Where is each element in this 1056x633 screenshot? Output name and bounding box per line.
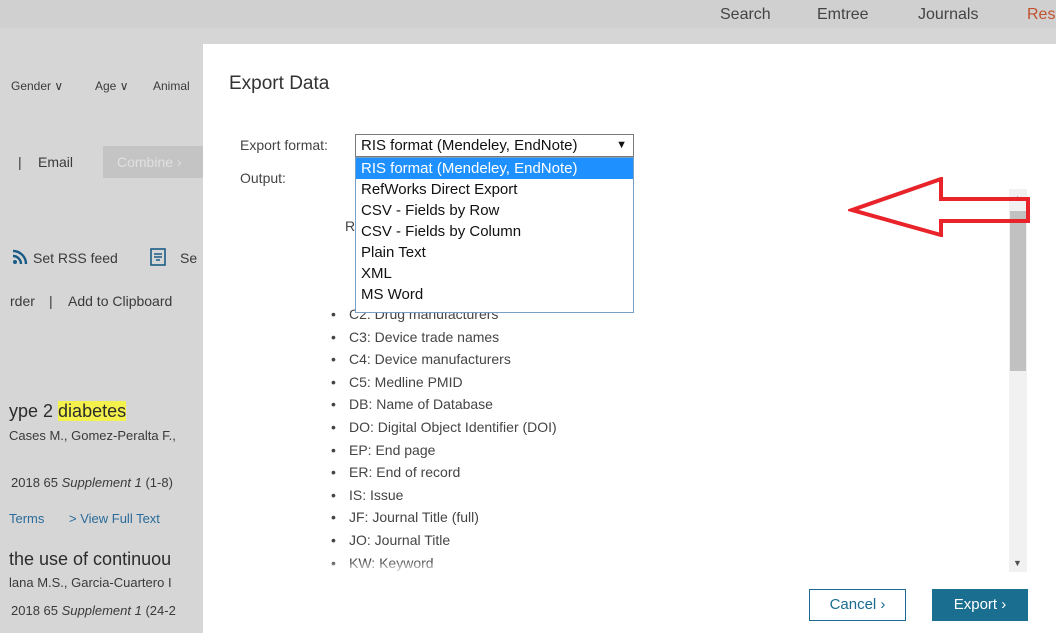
red-arrow-annotation-icon: [848, 177, 1030, 237]
format-option-refworks[interactable]: RefWorks Direct Export: [356, 179, 633, 200]
export-format-select[interactable]: RIS format (Mendeley, EndNote) ▼: [355, 134, 634, 157]
result-title[interactable]: the use of continuou: [9, 549, 171, 570]
dialog-title: Export Data: [229, 73, 330, 94]
list-item: C4: Device manufacturers: [331, 351, 557, 374]
terms-link[interactable]: Terms: [9, 511, 44, 526]
nav-journals[interactable]: Journals: [918, 6, 978, 24]
export-format-label: Export format:: [240, 137, 328, 153]
format-option-xml[interactable]: XML: [356, 263, 633, 284]
format-option-csv-column[interactable]: CSV - Fields by Column: [356, 221, 633, 242]
combine-button[interactable]: Combine ›: [103, 146, 203, 178]
nav-results[interactable]: Res: [1027, 6, 1055, 24]
top-navigation: Search Emtree Journals Res: [0, 0, 1056, 28]
export-data-dialog: Export Data Export format: RIS format (M…: [203, 44, 1056, 633]
format-option-ms-word[interactable]: MS Word: [356, 284, 633, 305]
result-source: 2018 65 Supplement 1 (1-8): [11, 475, 173, 490]
format-option-csv-row[interactable]: CSV - Fields by Row: [356, 200, 633, 221]
output-field-list: C2: Drug manufacturers C3: Device trade …: [331, 306, 557, 577]
add-to-clipboard-link[interactable]: Add to Clipboard: [68, 293, 172, 309]
export-button[interactable]: Export ›: [932, 589, 1028, 621]
list-item: JO: Journal Title: [331, 532, 557, 555]
list-item: IS: Issue: [331, 487, 557, 510]
list-item: DB: Name of Database: [331, 396, 557, 419]
list-item: C3: Device trade names: [331, 329, 557, 352]
result-authors: Cases M., Gomez-Peralta F.,: [9, 428, 176, 443]
search-alert-icon: [150, 248, 166, 269]
search-alert-link[interactable]: Se: [180, 250, 197, 266]
list-item: JF: Journal Title (full): [331, 509, 557, 532]
nav-emtree[interactable]: Emtree: [817, 6, 869, 24]
result-authors: lana M.S., Garcia-Cuartero I: [9, 575, 172, 590]
cancel-button[interactable]: Cancel ›: [809, 589, 906, 621]
separator: |: [49, 293, 53, 309]
output-partial-text: R: [345, 218, 356, 234]
output-scrollbar[interactable]: ▲ ▼: [1009, 189, 1027, 572]
filter-age[interactable]: Age ∨: [95, 79, 128, 93]
list-item: EP: End page: [331, 442, 557, 465]
format-option-ris[interactable]: RIS format (Mendeley, EndNote): [356, 158, 633, 179]
set-rss-feed-link[interactable]: Set RSS feed: [33, 250, 118, 266]
result-source: 2018 65 Supplement 1 (24-2: [11, 603, 176, 618]
email-link[interactable]: Email: [38, 154, 73, 170]
order-link[interactable]: rder: [10, 293, 35, 309]
scroll-down-icon[interactable]: ▼: [1013, 558, 1022, 568]
rss-icon: [12, 249, 28, 268]
view-full-text-link[interactable]: > View Full Text: [69, 511, 160, 526]
output-label: Output:: [240, 170, 286, 186]
dropdown-arrow-icon: ▼: [616, 139, 627, 151]
export-format-dropdown[interactable]: RIS format (Mendeley, EndNote) RefWorks …: [355, 157, 634, 313]
filter-gender[interactable]: Gender ∨: [11, 79, 63, 93]
result-title[interactable]: ype 2 diabetes: [9, 401, 127, 422]
list-item: ER: End of record: [331, 464, 557, 487]
list-item: DO: Digital Object Identifier (DOI): [331, 419, 557, 442]
list-fade: [323, 560, 923, 574]
list-item: C5: Medline PMID: [331, 374, 557, 397]
selected-format: RIS format (Mendeley, EndNote): [361, 137, 578, 154]
filter-animal[interactable]: Animal: [153, 79, 190, 93]
nav-search[interactable]: Search: [720, 6, 771, 24]
format-option-plain-text[interactable]: Plain Text: [356, 242, 633, 263]
separator: |: [18, 154, 22, 170]
